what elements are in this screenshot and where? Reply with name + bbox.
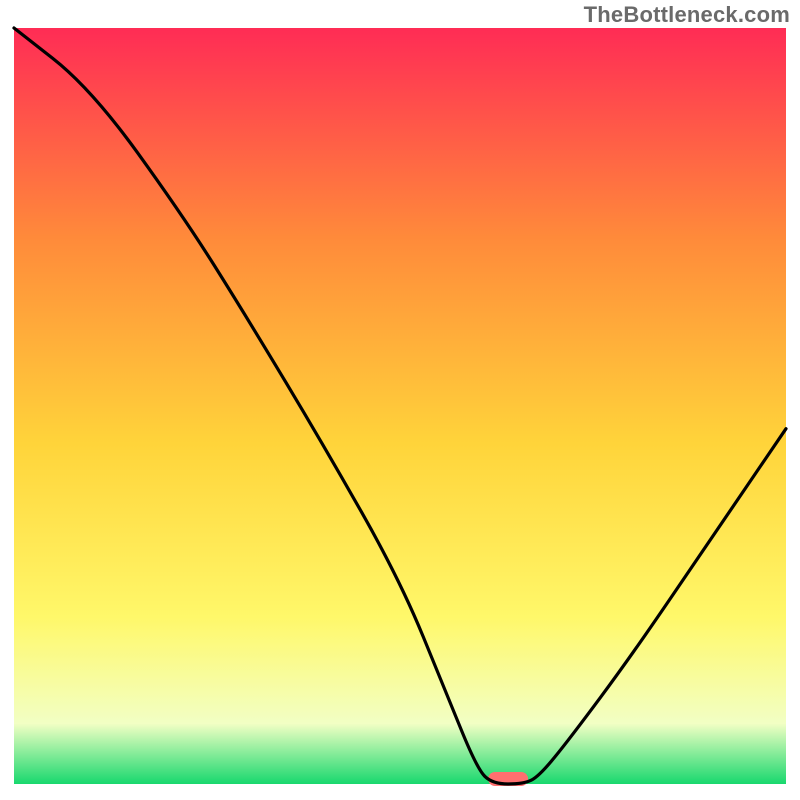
chart-stage: TheBottleneck.com — [0, 0, 800, 800]
watermark-text: TheBottleneck.com — [584, 2, 790, 28]
chart-svg — [0, 0, 800, 800]
